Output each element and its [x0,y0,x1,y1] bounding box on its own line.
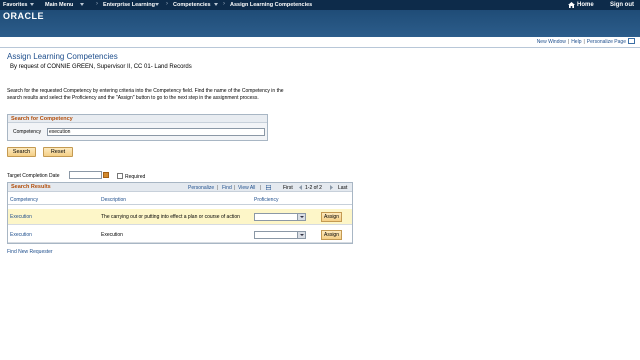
target-completion-date-label: Target Completion Date [7,173,60,179]
oracle-logo: ORACLE [3,11,44,21]
row-range: 1-2 of 2 [305,185,322,191]
find-new-requester-link[interactable]: Find New Requester [7,249,53,255]
results-header-bar: Search Results Personalize | Find | View… [8,183,352,192]
new-window-link[interactable]: New Window [537,39,566,45]
table-row: Execution The carrying out or putting in… [8,209,352,225]
sign-out-link[interactable]: Sign out [610,2,634,8]
required-checkbox[interactable] [117,173,123,179]
nav-enterprise-learning[interactable]: Enterprise Learning [103,2,155,8]
next-arrow-icon[interactable] [329,185,334,190]
column-header-competency[interactable]: Competency [10,197,38,203]
assign-button[interactable]: Assign [321,230,342,240]
instructions-text: Search for the requested Competency by e… [7,88,284,101]
main-menu-chevron-down-icon[interactable] [80,3,84,6]
grid-icon[interactable] [266,185,271,190]
favorites-chevron-down-icon[interactable] [30,3,34,6]
brand-banner [0,10,640,37]
nav-favorites[interactable]: Favorites [3,2,27,8]
last-label[interactable]: Last [338,185,347,191]
competency-link[interactable]: Execution [10,214,32,220]
description-cell: The carrying out or putting into effect … [101,214,240,220]
link-separator: | [234,185,236,191]
view-all-link[interactable]: View All [238,185,255,191]
competency-link[interactable]: Execution [10,232,32,238]
previous-arrow-icon[interactable] [298,185,303,190]
nav-competencies[interactable]: Competencies [173,2,211,8]
table-row: Execution Execution Assign [8,227,352,243]
personalize-link[interactable]: Personalize [188,185,214,191]
calendar-icon[interactable] [103,172,109,178]
page-title: Assign Learning Competencies [7,52,118,61]
home-link[interactable]: Home [577,2,594,8]
nav-assign-learning-competencies[interactable]: Assign Learning Competencies [230,2,312,8]
competencies-chevron-down-icon[interactable] [214,3,218,6]
chevron-down-icon[interactable] [297,232,305,238]
page-subtitle: By request of CONNIE GREEN, Supervisor I… [10,64,192,70]
nav-main-menu[interactable]: Main Menu [45,2,73,8]
competency-label: Competency [13,129,42,135]
page-links: New Window | Help | Personalize Page [537,39,626,45]
target-completion-date-input[interactable] [69,171,102,179]
home-icon[interactable] [568,2,575,8]
reset-button[interactable]: Reset [43,147,73,157]
column-header-proficiency[interactable]: Proficiency [254,197,278,203]
search-results-grid: Search Results Personalize | Find | View… [7,182,353,244]
chevron-down-icon[interactable] [297,214,305,220]
find-link[interactable]: Find [222,185,232,191]
proficiency-dropdown[interactable] [254,231,306,239]
header-divider [0,47,640,48]
page-layout-icon[interactable] [628,38,635,44]
link-separator: | [217,185,219,191]
enterprise-learning-chevron-down-icon[interactable] [155,3,159,6]
column-header-description[interactable]: Description [101,197,126,203]
column-header-divider [8,204,352,205]
search-competency-panel: Search for Competency Competency [7,114,268,141]
competency-input[interactable] [47,128,265,136]
proficiency-dropdown[interactable] [254,213,306,221]
search-button[interactable]: Search [7,147,36,157]
results-title: Search Results [11,184,51,190]
link-separator: | [260,185,262,191]
description-cell: Execution [101,232,123,238]
breadcrumb-separator: › [96,1,98,7]
breadcrumb-separator: › [166,1,168,7]
help-link[interactable]: Help [571,39,581,45]
personalize-page-link[interactable]: Personalize Page [587,39,626,45]
search-panel-header: Search for Competency [8,115,267,123]
first-label[interactable]: First [283,185,293,191]
required-label: Required [125,174,146,180]
breadcrumb-separator: › [223,1,225,7]
assign-button[interactable]: Assign [321,212,342,222]
top-navigation-bar: Favorites Main Menu › Enterprise Learnin… [0,0,640,10]
